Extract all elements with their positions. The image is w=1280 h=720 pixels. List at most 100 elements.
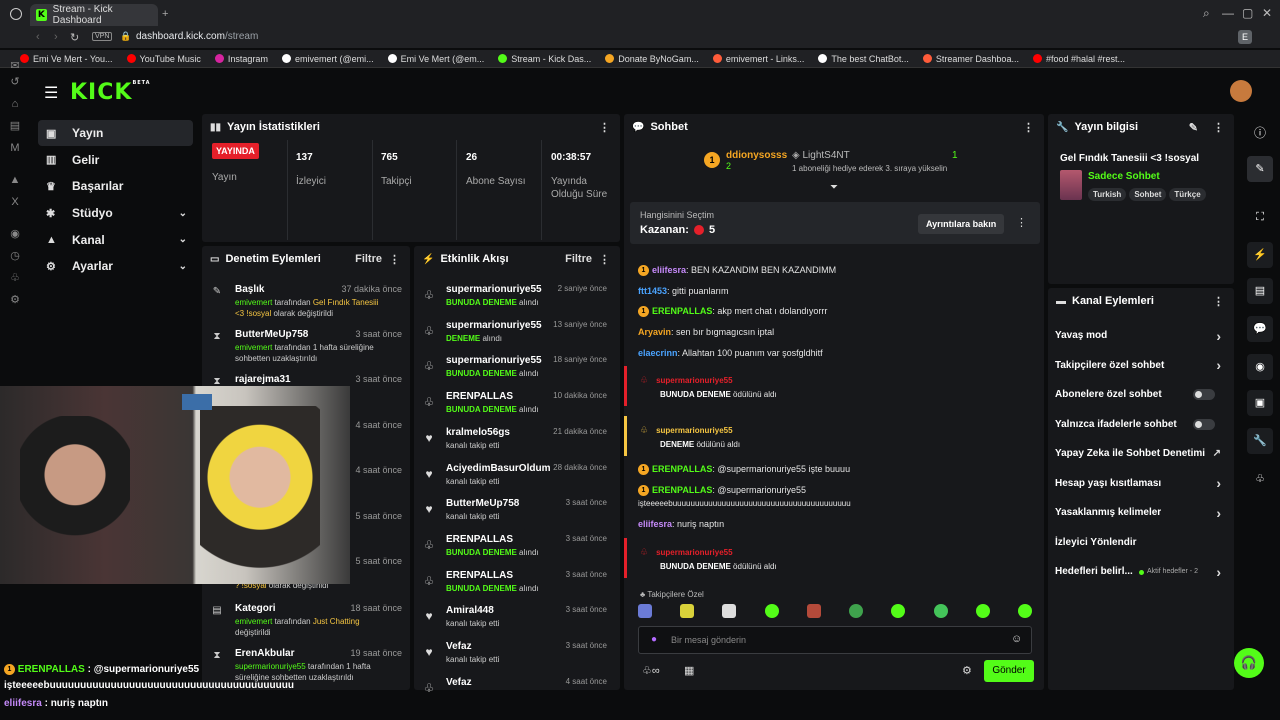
sidebar-item-2[interactable]: ♛ Başarılar (38, 173, 193, 199)
send-button[interactable]: Gönder (984, 660, 1034, 682)
profile-badge[interactable]: E (1238, 30, 1252, 44)
close-window-icon[interactable]: ✕ (1262, 6, 1272, 20)
stats-menu-icon[interactable]: ⋮ (599, 121, 610, 134)
rail-clock-icon[interactable]: ◷ (9, 250, 21, 262)
emoji-picker-icon[interactable]: ☺ (1011, 633, 1022, 645)
info-icon[interactable]: ⓘ (1254, 124, 1266, 141)
bookmark-item[interactable]: YouTube Music (126, 54, 201, 64)
maximize-icon[interactable]: ▢ (1242, 6, 1253, 20)
bookmark-item[interactable]: #food #halal #rest... (1032, 54, 1125, 64)
rail-app-icon[interactable]: ▲ (9, 174, 21, 186)
scroll-down-icon[interactable]: ⏷ (830, 182, 838, 193)
bookmark-item[interactable]: Instagram (214, 54, 268, 64)
chat-input[interactable]: ● Bir mesaj gönderin ☺ (638, 626, 1032, 654)
group-icon[interactable]: ♧ (1247, 466, 1273, 492)
stream-tag[interactable]: Sohbet (1129, 188, 1167, 201)
flash-icon[interactable]: ⚡ (1247, 242, 1273, 268)
stream-tag[interactable]: Türkçe (1169, 188, 1206, 201)
emote-icon[interactable] (849, 604, 864, 618)
bookmark-item[interactable]: Streamer Dashboa... (922, 54, 1019, 64)
rail-bulb-icon[interactable]: ♧ (9, 272, 21, 284)
mod-filter-button[interactable]: Filtre (355, 253, 382, 265)
layout-icon[interactable]: ▣ (1247, 390, 1273, 416)
channel-action-item[interactable]: Hedefleri belirl... › Aktif hedefler - 2 (1055, 557, 1225, 587)
new-tab-icon[interactable]: + (162, 8, 168, 20)
chat-username[interactable]: ERENPALLAS (652, 485, 712, 495)
channel-action-item[interactable]: Takipçilere özel sohbet › (1055, 351, 1225, 381)
rail-shop-icon[interactable]: ⌂ (9, 98, 21, 110)
reward-user[interactable]: supermarionuriye55 (656, 376, 732, 385)
toggle-switch[interactable] (1193, 389, 1215, 401)
bookmark-item[interactable]: Stream - Kick Das... (498, 54, 591, 64)
chat-menu-icon[interactable]: ⋮ (1023, 121, 1034, 134)
chat-username[interactable]: ERENPALLAS (652, 464, 712, 474)
moderator-name[interactable]: emivemert (235, 343, 272, 352)
category-name[interactable]: Sadece Sohbet (1088, 171, 1160, 182)
toggle-switch[interactable] (1193, 418, 1215, 430)
sidebar-item-0[interactable]: ▣ Yayın (38, 120, 193, 146)
channel-actions-menu-icon[interactable]: ⋮ (1213, 295, 1224, 308)
bookmark-item[interactable]: Emi Ve Mert - You... (20, 54, 113, 64)
broadcast-icon[interactable]: ◉ (1247, 354, 1273, 380)
stream-tag[interactable]: Turkish (1088, 188, 1127, 201)
rail-m-icon[interactable]: M (9, 142, 21, 154)
mic-icon[interactable]: ● (651, 634, 657, 645)
bookmark-item[interactable]: emivemert (@emi... (281, 54, 374, 64)
url-field[interactable]: dashboard.kick.com/stream (136, 31, 258, 42)
search-tabs-icon[interactable]: ⌕ (1203, 6, 1210, 21)
chat-username[interactable]: eliifesra (652, 265, 686, 275)
chat-username[interactable]: ftt1453 (638, 286, 667, 296)
kick-logo[interactable]: KICKBETA (70, 80, 151, 105)
poll-menu-icon[interactable]: ⋮ (1016, 216, 1027, 229)
chat-settings-icon[interactable]: ⚙ (962, 664, 972, 677)
mod-menu-icon[interactable]: ⋮ (389, 253, 400, 266)
edit-tool-icon[interactable]: ✎ (1247, 156, 1273, 182)
stream-info-menu-icon[interactable]: ⋮ (1213, 121, 1224, 134)
chevron-down-icon[interactable]: ⌄ (179, 208, 187, 219)
emote-icon[interactable] (680, 604, 695, 618)
user-avatar[interactable] (1230, 80, 1252, 102)
channel-action-item[interactable]: Yavaş mod › (1055, 321, 1225, 351)
rail-x-icon[interactable]: X (9, 196, 21, 208)
chat-tools-icon[interactable]: ♧∞ (642, 664, 660, 677)
chat-username[interactable]: elaecrinn (638, 348, 678, 358)
tool-icon[interactable]: 🔧 (1247, 428, 1273, 454)
sidebar-item-5[interactable]: ⚙ Ayarlar ⌄ (38, 253, 193, 279)
back-icon[interactable]: ‹ (36, 31, 40, 43)
emote-icon[interactable] (1017, 604, 1032, 618)
bookmark-item[interactable]: The best ChatBot... (818, 54, 909, 64)
events-filter-button[interactable]: Filtre (565, 253, 592, 265)
emote-icon[interactable] (891, 604, 906, 618)
bookmark-item[interactable]: emivemert - Links... (712, 54, 804, 64)
reward-user[interactable]: supermarionuriye55 (656, 426, 732, 435)
chevron-down-icon[interactable]: ⌄ (179, 234, 187, 245)
rail-settings-icon[interactable]: ⚙ (9, 294, 21, 306)
chat-username[interactable]: Aryavin (638, 327, 671, 337)
reload-icon[interactable]: ↻ (70, 31, 79, 44)
document-icon[interactable]: ▤ (1247, 278, 1273, 304)
rail-circle-icon[interactable]: ◉ (9, 228, 21, 240)
moderator-name[interactable]: emivemert (235, 298, 272, 307)
emote-icon[interactable] (975, 604, 990, 618)
sidebar-item-1[interactable]: ▥ Gelir (38, 147, 193, 173)
rail-note-icon[interactable]: ▤ (9, 120, 21, 132)
vpn-badge[interactable]: VPN (92, 32, 113, 41)
emote-icon[interactable] (933, 604, 948, 618)
channel-action-item[interactable]: Yalnızca ifadelerle sohbet (1055, 410, 1225, 440)
sidebar-item-4[interactable]: ▲ Kanal ⌄ (38, 227, 193, 253)
chevron-down-icon[interactable]: ⌄ (179, 261, 187, 272)
bookmark-item[interactable]: Emi Ve Mert (@em... (387, 54, 484, 64)
reward-user[interactable]: supermarionuriye55 (656, 548, 732, 557)
chat-username[interactable]: eliifesra (638, 519, 672, 529)
channel-action-item[interactable]: Yapay Zeka ile Sohbet Denetimi ↗ (1055, 439, 1225, 469)
emote-icon[interactable] (638, 604, 652, 618)
menu-icon[interactable]: ☰ (44, 83, 58, 103)
poll-details-button[interactable]: Ayrıntılara bakın (918, 214, 1005, 234)
sidebar-item-3[interactable]: ✱ Stüdyo ⌄ (38, 200, 193, 226)
channel-action-item[interactable]: Hesap yaşı kısıtlaması › (1055, 469, 1225, 499)
browser-tab[interactable]: K Stream - Kick Dashboard (30, 4, 158, 26)
minimize-icon[interactable]: — (1222, 6, 1234, 20)
forward-icon[interactable]: › (54, 31, 58, 43)
chat-username[interactable]: ERENPALLAS (652, 306, 712, 316)
channel-action-item[interactable]: Abonelere özel sohbet (1055, 380, 1225, 410)
